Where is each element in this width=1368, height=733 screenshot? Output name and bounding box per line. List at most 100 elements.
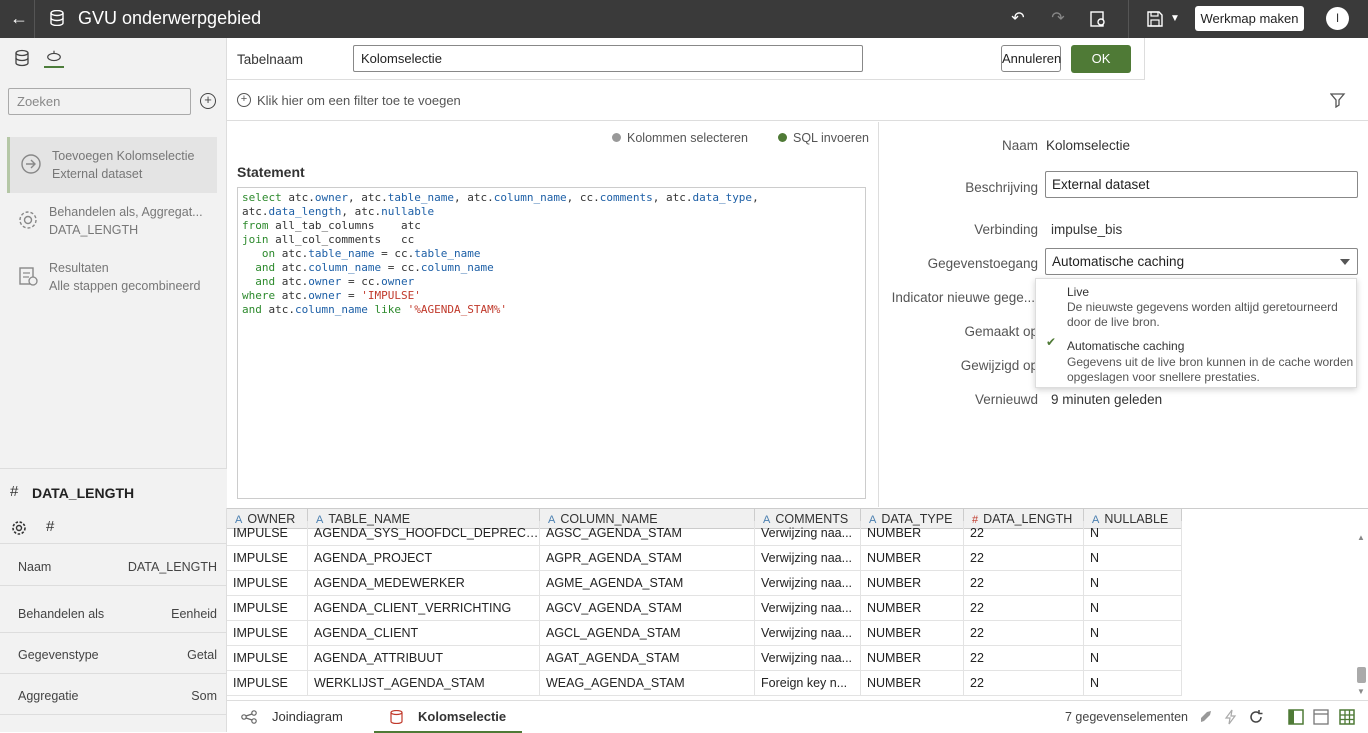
cell-data-type[interactable]: NUMBER: [861, 596, 964, 621]
cell-comments[interactable]: Verwijzing naa...: [755, 646, 861, 671]
data-access-select[interactable]: Automatische caching: [1045, 248, 1358, 275]
cell-column-name[interactable]: AGAT_AGENDA_STAM: [540, 646, 755, 671]
cell-owner[interactable]: IMPULSE: [227, 521, 308, 546]
cell-data-length[interactable]: 22: [964, 621, 1084, 646]
cell-table-name[interactable]: AGENDA_SYS_HOOFDCL_DEPRECAT...: [308, 521, 540, 546]
cell-data-length[interactable]: 22: [964, 546, 1084, 571]
number-format-icon[interactable]: #: [46, 518, 54, 535]
cell-data-type[interactable]: NUMBER: [861, 546, 964, 571]
cell-table-name[interactable]: WERKLIJST_AGENDA_STAM: [308, 671, 540, 696]
redo-icon[interactable]: ↷: [1048, 9, 1068, 29]
save-icon[interactable]: [1145, 9, 1165, 29]
add-filter-text[interactable]: Klik hier om een filter toe te voegen: [257, 93, 461, 108]
cell-comments[interactable]: Verwijzing naa...: [755, 571, 861, 596]
cell-table-name[interactable]: AGENDA_PROJECT: [308, 546, 540, 571]
cell-owner[interactable]: IMPULSE: [227, 621, 308, 646]
cell-column-name[interactable]: AGCV_AGENDA_STAM: [540, 596, 755, 621]
cell-data-length[interactable]: 22: [964, 571, 1084, 596]
cell-column-name[interactable]: AGPR_AGENDA_STAM: [540, 546, 755, 571]
cell-comments[interactable]: Verwijzing naa...: [755, 621, 861, 646]
cell-comments[interactable]: Verwijzing naa...: [755, 521, 861, 546]
tab-column-selection[interactable]: Kolomselectie: [374, 701, 522, 733]
cell-column-name[interactable]: AGCL_AGENDA_STAM: [540, 621, 755, 646]
undo-icon[interactable]: ↶: [1008, 9, 1028, 29]
cell-comments[interactable]: Foreign key n...: [755, 671, 861, 696]
scroll-thumb[interactable]: [1357, 667, 1366, 683]
data-icon[interactable]: [12, 48, 32, 68]
create-workbook-button[interactable]: Werkmap maken: [1195, 6, 1304, 31]
layout-top-panel-icon[interactable]: [1313, 709, 1329, 725]
cell-table-name[interactable]: AGENDA_ATTRIBUUT: [308, 646, 540, 671]
gear-icon[interactable]: [11, 520, 27, 536]
cell-data-type[interactable]: NUMBER: [861, 521, 964, 546]
back-arrow-icon[interactable]: ←: [8, 7, 30, 29]
cell-nullable[interactable]: N: [1084, 671, 1182, 696]
prop-value[interactable]: Getal: [187, 648, 217, 662]
scroll-down-icon[interactable]: ▼: [1357, 687, 1365, 696]
transform-icon[interactable]: [44, 48, 64, 68]
tab-label: Kolomselectie: [418, 709, 507, 724]
cell-table-name[interactable]: AGENDA_CLIENT: [308, 621, 540, 646]
cell-owner[interactable]: IMPULSE: [227, 646, 308, 671]
chevron-down-icon[interactable]: ▼: [1165, 9, 1185, 29]
preview-icon[interactable]: [1088, 9, 1108, 29]
cell-data-type[interactable]: NUMBER: [861, 671, 964, 696]
gear-icon: [19, 211, 37, 229]
cell-data-length[interactable]: 22: [964, 646, 1084, 671]
cell-column-name[interactable]: WEAG_AGENDA_STAM: [540, 671, 755, 696]
ok-button[interactable]: OK: [1071, 45, 1131, 73]
grid-scrollbar[interactable]: ▲ ▼: [1355, 529, 1368, 700]
lightning-icon[interactable]: [1223, 709, 1239, 725]
name-label: Naam: [1001, 138, 1038, 153]
avatar[interactable]: I: [1326, 7, 1349, 30]
step-add-column-selection[interactable]: Toevoegen Kolomselectie External dataset: [7, 137, 217, 193]
tab-join-diagram[interactable]: Joindiagram: [239, 701, 359, 733]
grid-view-icon[interactable]: [1339, 709, 1355, 725]
cell-owner[interactable]: IMPULSE: [227, 596, 308, 621]
rocket-icon[interactable]: [1198, 709, 1214, 725]
cell-table-name[interactable]: AGENDA_CLIENT_VERRICHTING: [308, 596, 540, 621]
step-treat-as-aggregation[interactable]: Behandelen als, Aggregat... DATA_LENGTH: [7, 193, 217, 249]
cell-owner[interactable]: IMPULSE: [227, 671, 308, 696]
search-input[interactable]: Zoeken: [8, 88, 191, 115]
filter-bar[interactable]: + Klik hier om een filter toe te voegen: [227, 81, 1368, 121]
cell-column-name[interactable]: AGME_AGENDA_STAM: [540, 571, 755, 596]
cell-comments[interactable]: Verwijzing naa...: [755, 596, 861, 621]
add-filter-icon[interactable]: +: [237, 93, 251, 107]
refresh-icon[interactable]: [1248, 709, 1264, 725]
cell-nullable[interactable]: N: [1084, 546, 1182, 571]
cell-data-type[interactable]: NUMBER: [861, 571, 964, 596]
cell-data-length[interactable]: 22: [964, 521, 1084, 546]
cell-owner[interactable]: IMPULSE: [227, 571, 308, 596]
add-icon[interactable]: +: [200, 93, 216, 109]
cancel-button[interactable]: Annuleren: [1001, 45, 1061, 72]
statement-label: Statement: [237, 164, 305, 180]
filter-icon[interactable]: [1330, 92, 1346, 108]
cell-data-length[interactable]: 22: [964, 671, 1084, 696]
cell-table-name[interactable]: AGENDA_MEDEWERKER: [308, 571, 540, 596]
cell-nullable[interactable]: N: [1084, 596, 1182, 621]
prop-value[interactable]: Som: [191, 689, 217, 703]
cell-column-name[interactable]: AGSC_AGENDA_STAM: [540, 521, 755, 546]
cell-owner[interactable]: IMPULSE: [227, 546, 308, 571]
cell-nullable[interactable]: N: [1084, 521, 1182, 546]
radio-enter-sql[interactable]: SQL invoeren: [778, 131, 869, 145]
prop-value[interactable]: Eenheid: [171, 607, 217, 621]
step-results[interactable]: Resultaten Alle stappen gecombineerd: [7, 249, 217, 305]
cell-nullable[interactable]: N: [1084, 646, 1182, 671]
cell-data-type[interactable]: NUMBER: [861, 646, 964, 671]
cell-nullable[interactable]: N: [1084, 571, 1182, 596]
table-row: IMPULSE AGENDA_PROJECT AGPR_AGENDA_STAM Ver…: [227, 546, 1182, 571]
cell-data-length[interactable]: 22: [964, 596, 1084, 621]
sql-statement-editor[interactable]: select atc.owner, atc.table_name, atc.co…: [237, 187, 866, 499]
scroll-up-icon[interactable]: ▲: [1357, 533, 1365, 542]
cell-nullable[interactable]: N: [1084, 621, 1182, 646]
description-input[interactable]: External dataset: [1045, 171, 1358, 198]
radio-select-columns[interactable]: Kolommen selecteren: [612, 131, 748, 145]
prop-value[interactable]: DATA_LENGTH: [128, 560, 217, 574]
table-name-input[interactable]: Kolomselectie: [353, 45, 863, 72]
cell-data-type[interactable]: NUMBER: [861, 621, 964, 646]
layout-left-panel-icon[interactable]: [1288, 709, 1304, 725]
cell-comments[interactable]: Verwijzing naa...: [755, 546, 861, 571]
prop-label: Gegevenstype: [18, 648, 99, 662]
